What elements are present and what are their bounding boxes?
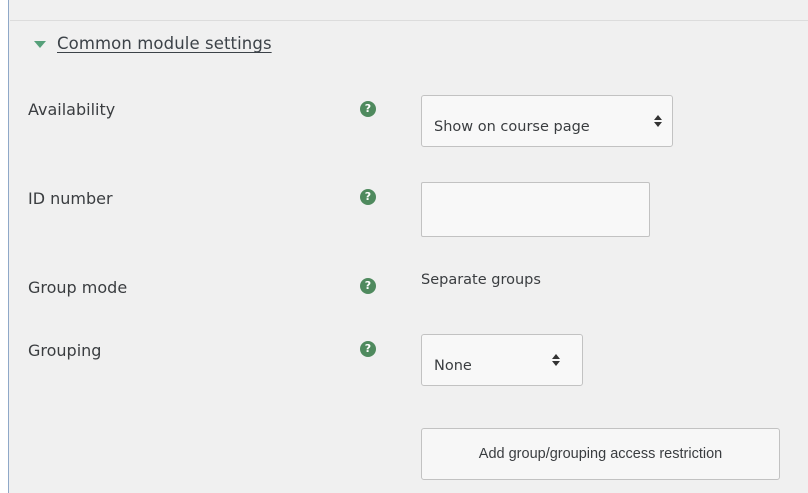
grouping-select-value: None: [434, 358, 472, 374]
id-number-label: ID number: [28, 189, 113, 208]
grouping-label: Grouping: [28, 341, 102, 360]
group-mode-value: Separate groups: [421, 272, 541, 288]
updown-arrows-icon: [552, 354, 560, 366]
id-number-help-icon[interactable]: ?: [360, 189, 376, 205]
add-group-grouping-restriction-button[interactable]: Add group/grouping access restriction: [421, 428, 780, 480]
section-header-common-module-settings[interactable]: Common module settings: [34, 34, 272, 53]
caret-down-icon: [34, 41, 46, 48]
availability-label: Availability: [28, 100, 116, 119]
id-number-input[interactable]: [421, 182, 650, 237]
group-mode-help-icon[interactable]: ?: [360, 278, 376, 294]
availability-select-value: Show on course page: [434, 119, 590, 135]
availability-select[interactable]: Show on course page: [421, 95, 673, 147]
grouping-help-icon[interactable]: ?: [360, 341, 376, 357]
updown-arrows-icon: [654, 115, 662, 127]
window-edge: [0, 0, 9, 493]
section-title[interactable]: Common module settings: [57, 34, 272, 53]
section-divider: [10, 20, 808, 21]
group-mode-label: Group mode: [28, 278, 128, 297]
availability-help-icon[interactable]: ?: [360, 101, 376, 117]
grouping-select[interactable]: None: [421, 334, 583, 386]
